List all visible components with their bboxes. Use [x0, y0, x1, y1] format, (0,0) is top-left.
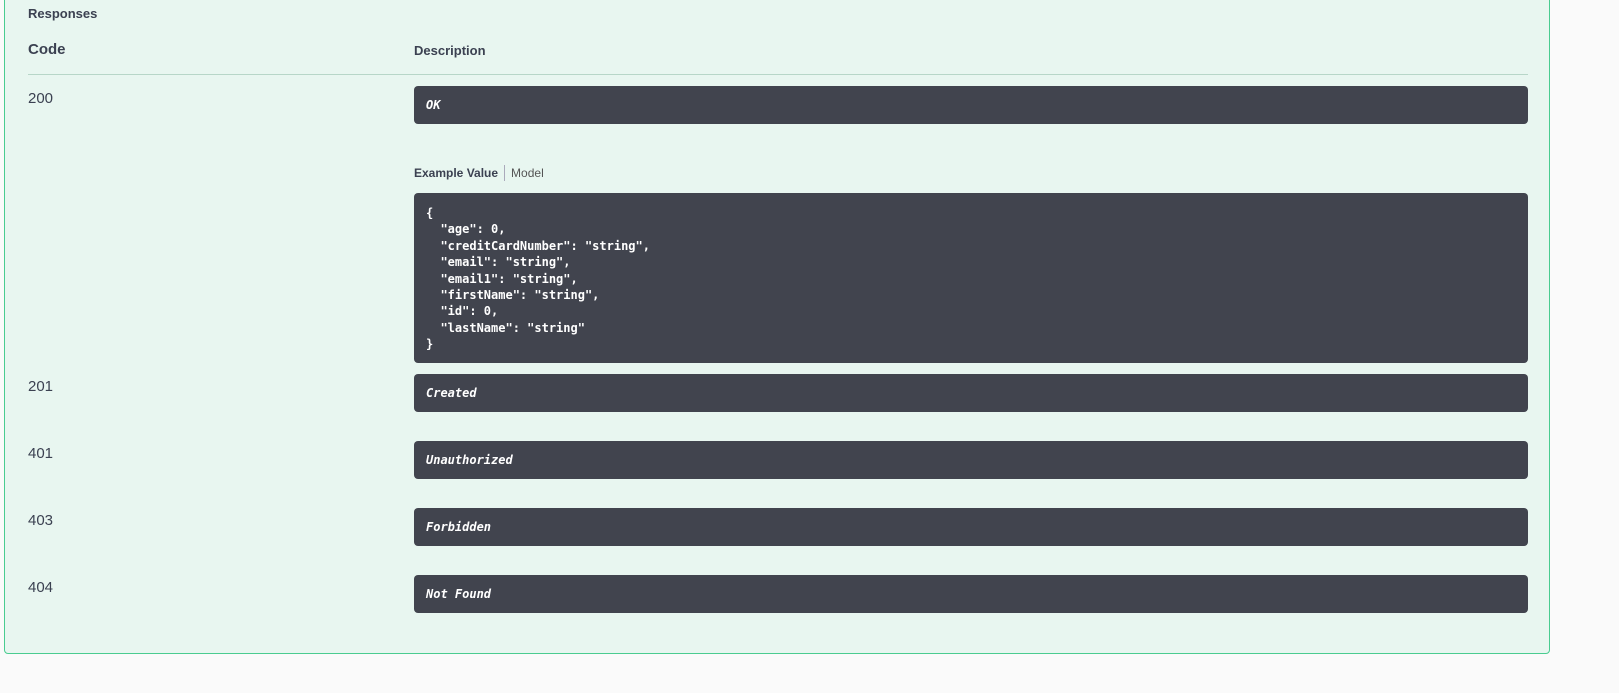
response-description-text: OK: [426, 98, 441, 112]
response-code-404: 404: [28, 579, 54, 596]
response-description-200: OK: [414, 86, 1528, 124]
response-description-text: Unauthorized: [426, 453, 513, 467]
response-code-200: 200: [28, 90, 54, 107]
response-description-text: Created: [426, 386, 477, 400]
response-code-401: 401: [28, 445, 54, 462]
header-divider: [28, 74, 1528, 75]
response-description-201: Created: [414, 374, 1528, 412]
responses-title: Responses: [28, 6, 98, 21]
tab-separator: [504, 165, 506, 181]
response-description-text: Not Found: [426, 587, 492, 601]
example-value-box: { "age": 0, "creditCardNumber": "string"…: [414, 193, 1528, 363]
column-header-description: Description: [414, 43, 486, 58]
responses-panel: Responses Code Description 200 OK Exampl…: [4, 0, 1550, 654]
response-description-403: Forbidden: [414, 508, 1528, 546]
response-code-403: 403: [28, 512, 54, 529]
response-code-201: 201: [28, 378, 54, 395]
response-description-text: Forbidden: [426, 520, 492, 534]
tab-model[interactable]: Model: [511, 166, 544, 180]
tab-example-value[interactable]: Example Value: [414, 166, 498, 180]
example-tabs: Example Value Model: [414, 165, 544, 181]
response-description-401: Unauthorized: [414, 441, 1528, 479]
column-header-code: Code: [28, 41, 66, 58]
example-value-json: { "age": 0, "creditCardNumber": "string"…: [426, 206, 650, 352]
response-description-404: Not Found: [414, 575, 1528, 613]
